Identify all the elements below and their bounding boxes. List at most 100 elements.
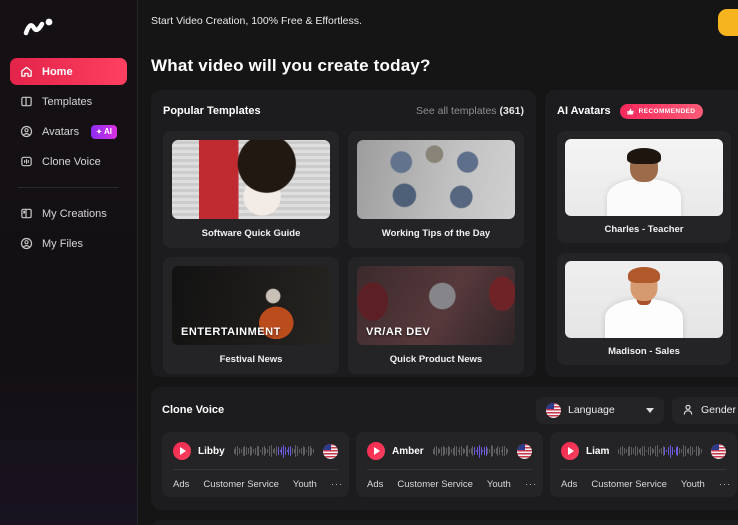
app-window: Home Templates Avatars ✦AI Clone Voice M… [0,0,738,525]
next-section-peek [151,520,738,525]
waveform [234,443,314,459]
avatar-caption: Madison - Sales [565,346,723,358]
home-icon [20,65,33,78]
person-icon [682,404,694,416]
sidebar-item-my-files[interactable]: My Files [10,230,127,257]
template-card[interactable]: Software Quick Guide [163,131,339,248]
voice-cards-row: Libby Ads Customer Service Youth ··· [162,432,738,497]
chevron-down-icon [646,408,654,413]
sidebar-item-label: Clone Voice [42,156,101,168]
clone-voice-title: Clone Voice [162,404,224,416]
sidebar: Home Templates Avatars ✦AI Clone Voice M… [0,0,138,525]
recommended-badge: RECOMMENDED [620,104,704,119]
avatar-image [565,139,723,216]
ai-avatars-panel: AI Avatars RECOMMENDED Charles - Teacher [545,90,738,377]
waveform [618,443,702,459]
templates-grid: Software Quick Guide Working Tips of the… [163,131,524,374]
play-button[interactable] [561,442,579,460]
sidebar-item-label: My Files [42,238,83,250]
voice-tag[interactable]: Customer Service [203,479,279,490]
template-card[interactable]: Working Tips of the Day [348,131,524,248]
upgrade-button[interactable] [718,9,738,36]
template-card[interactable]: ENTERTAINMENT Festival News [163,257,339,374]
avatar-torso [607,179,681,216]
us-flag-icon [323,444,338,459]
voice-tag[interactable]: Ads [561,479,577,490]
us-flag-icon [517,444,532,459]
see-all-templates-link[interactable]: See all templates (361) [416,105,524,117]
template-card[interactable]: VR/AR DEV Quick Product News [348,257,524,374]
voice-tag[interactable]: Ads [173,479,189,490]
sidebar-item-label: My Creations [42,208,107,220]
avatar-torso [605,299,683,338]
voice-name: Libby [198,446,225,457]
popular-templates-title: Popular Templates [163,105,261,117]
avatar-caption: Charles - Teacher [565,224,723,236]
sidebar-item-label: Avatars [42,126,79,138]
content: What video will you create today? Popula… [138,56,738,525]
page-title: What video will you create today? [151,56,738,76]
clone-voice-icon [20,155,33,168]
voice-tag[interactable]: Customer Service [397,479,473,490]
voice-tag[interactable]: Youth [487,479,511,490]
template-thumbnail [172,140,330,219]
my-files-icon [20,237,33,250]
avatar-hair [627,148,661,164]
avatar-image [565,261,723,338]
sidebar-item-home[interactable]: Home [10,58,127,85]
gender-dropdown[interactable]: Gender [672,397,738,424]
waveform [433,443,508,459]
sidebar-item-avatars[interactable]: Avatars ✦AI [10,118,127,145]
play-button[interactable] [367,442,385,460]
avatar-card[interactable]: Madison - Sales [557,253,731,365]
voice-tag[interactable]: Youth [293,479,317,490]
language-dropdown-label: Language [568,404,615,416]
ai-badge: ✦AI [91,125,117,139]
thumbs-up-icon [626,107,635,116]
voice-tag[interactable]: Youth [681,479,705,490]
voice-card[interactable]: Liam Ads Customer Service Youth ··· [550,432,737,497]
avatar-card[interactable]: Charles - Teacher [557,131,731,243]
promo-text: Start Video Creation, 100% Free & Effort… [151,15,362,27]
ai-avatars-title: AI Avatars [557,105,611,117]
my-creations-icon [20,207,33,220]
sidebar-nav: Home Templates Avatars ✦AI Clone Voice M… [0,58,137,257]
language-dropdown[interactable]: Language [536,397,664,424]
template-thumbnail [357,140,515,219]
popular-templates-panel: Popular Templates See all templates (361… [151,90,536,377]
voice-name: Amber [392,446,424,457]
sidebar-item-label: Home [42,66,73,78]
thumbnail-overlay-text: ENTERTAINMENT [181,326,281,338]
sidebar-item-label: Templates [42,96,92,108]
voice-tag[interactable]: Ads [367,479,383,490]
divider [561,469,726,470]
topbar: Start Video Creation, 100% Free & Effort… [138,0,738,42]
avatars-icon [20,125,33,138]
voice-name: Liam [586,446,609,457]
more-tags-button[interactable]: ··· [719,479,732,490]
sidebar-item-clone-voice[interactable]: Clone Voice [10,148,127,175]
template-caption: Software Quick Guide [172,228,330,240]
templates-icon [20,95,33,108]
clone-voice-panel: Clone Voice Language Gender [151,387,738,510]
more-tags-button[interactable]: ··· [525,479,538,490]
template-caption: Working Tips of the Day [357,228,515,240]
divider [173,469,338,470]
sidebar-item-templates[interactable]: Templates [10,88,127,115]
sidebar-item-my-creations[interactable]: My Creations [10,200,127,227]
us-flag-icon [711,444,726,459]
template-caption: Festival News [172,354,330,366]
voice-card[interactable]: Amber Ads Customer Service Youth ··· [356,432,543,497]
template-thumbnail: VR/AR DEV [357,266,515,345]
voice-tag[interactable]: Customer Service [591,479,667,490]
play-button[interactable] [173,442,191,460]
sparkle-icon: ✦ [96,128,102,136]
template-thumbnail: ENTERTAINMENT [172,266,330,345]
thumbnail-overlay-text: VR/AR DEV [366,326,430,338]
app-logo-icon [22,14,56,40]
more-tags-button[interactable]: ··· [331,479,344,490]
main-area: Start Video Creation, 100% Free & Effort… [138,0,738,525]
voice-card[interactable]: Libby Ads Customer Service Youth ··· [162,432,349,497]
template-caption: Quick Product News [357,354,515,366]
us-flag-icon [546,403,561,418]
